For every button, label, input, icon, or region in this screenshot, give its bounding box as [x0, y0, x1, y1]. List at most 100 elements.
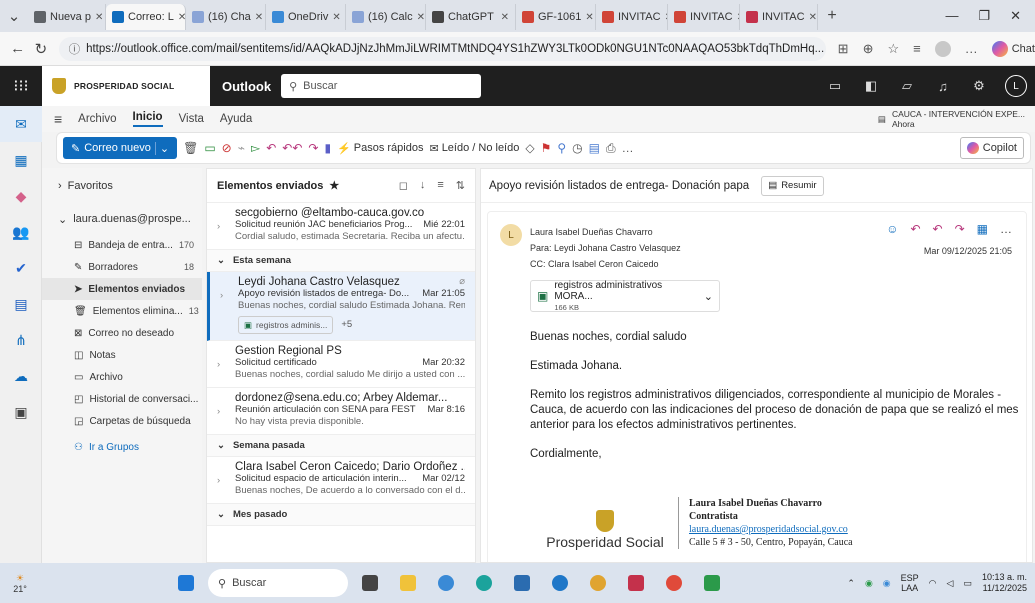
copilot-app-icon[interactable]: ◆: [0, 178, 42, 214]
edge-icon[interactable]: [468, 567, 500, 599]
browser-tab[interactable]: INVITAC✕: [740, 4, 818, 30]
minimize-icon[interactable]: —: [945, 8, 958, 24]
new-mail-button[interactable]: ✎ Correo nuevo ⌄: [63, 137, 178, 159]
browser-tab[interactable]: (16) Calc ✕: [346, 4, 426, 30]
feedback-icon[interactable]: ▱: [889, 78, 925, 94]
list-item[interactable]: › Gestion Regional PS Solicitud certificad…: [207, 341, 475, 388]
tab-close-icon[interactable]: ✕: [332, 12, 340, 23]
reply-icon[interactable]: ↶: [910, 222, 920, 236]
clock[interactable]: 10:13 a. m. 11/12/2025: [982, 572, 1027, 594]
copilot-browser-button[interactable]: Chat: [991, 40, 1035, 57]
start-icon[interactable]: [170, 567, 202, 599]
overflow-icon[interactable]: …: [622, 141, 634, 155]
list-item[interactable]: › dordonez@sena.edu.co; Arbey Aldemar... R…: [207, 388, 475, 435]
battery-icon[interactable]: ▭: [963, 578, 972, 589]
browser-tab[interactable]: INVITAC✕: [596, 4, 668, 30]
folder-item[interactable]: ✎ Borradores 18: [42, 256, 202, 278]
forward-icon[interactable]: ↷: [955, 222, 965, 236]
url-input[interactable]: ⓘ https://outlook.office.com/mail/sentit…: [58, 36, 826, 61]
org-explorer-icon[interactable]: ⋔: [0, 322, 42, 358]
signature-email[interactable]: laura.duenas@prosperidadsocial.gov.co: [689, 523, 853, 536]
list-item[interactable]: › Clara Isabel Ceron Caicedo; Dario Ordoñ…: [207, 457, 475, 504]
forward-icon[interactable]: ↷: [308, 141, 318, 155]
favorites-header[interactable]: › Favoritos: [42, 168, 202, 204]
back-icon[interactable]: ←: [6, 40, 29, 57]
list-group-header[interactable]: ⌄ Semana pasada: [207, 435, 475, 457]
tray-app-icon-2[interactable]: ◉: [883, 578, 891, 589]
pin-icon[interactable]: ⚲: [557, 141, 566, 155]
delete-icon[interactable]: 🗑: [183, 141, 198, 155]
list-group-header[interactable]: ⌄ Esta semana: [207, 250, 475, 272]
app-launcher-icon[interactable]: ⁝⁝⁝: [0, 76, 42, 96]
expand-chevron-icon[interactable]: ›: [220, 290, 223, 302]
tab-close-icon[interactable]: ✕: [95, 12, 103, 23]
more-attachments[interactable]: +5: [341, 319, 352, 331]
account-header[interactable]: ⌄ laura.duenas@prospe...: [42, 204, 202, 234]
archive-icon[interactable]: ▭: [204, 141, 215, 155]
file-explorer-icon[interactable]: [392, 567, 424, 599]
refresh-icon[interactable]: ↻: [29, 40, 52, 58]
browser-tab[interactable]: ChatGPT ✕: [426, 4, 516, 30]
todo-app-icon[interactable]: ✔: [0, 250, 42, 286]
tray-app-icon[interactable]: ◉: [865, 578, 873, 589]
move-icon[interactable]: ▻: [251, 141, 260, 155]
tab-close-icon[interactable]: ✕: [809, 12, 817, 23]
app-name[interactable]: Outlook: [222, 79, 271, 94]
onedrive-app-icon[interactable]: ☁: [0, 358, 42, 394]
tab-archivo[interactable]: Archivo: [78, 113, 116, 125]
notification-toast[interactable]: ▤ CAUCA - INTERVENCIÓN EXPE... Ahora: [878, 109, 1025, 129]
tab-close-icon[interactable]: ✕: [501, 12, 509, 23]
tab-close-icon[interactable]: ✕: [255, 12, 263, 23]
copilot-taskbar-icon[interactable]: [430, 567, 462, 599]
browser-tab[interactable]: GF-1061 ✕: [516, 4, 596, 30]
favorite-star-icon[interactable]: ☆: [887, 41, 899, 57]
taskbar-search[interactable]: ⚲ Buscar: [208, 569, 348, 597]
sender-name[interactable]: Laura Isabel Dueñas Chavarro: [530, 224, 681, 240]
print-icon[interactable]: ⎙: [606, 141, 616, 156]
tab-close-icon[interactable]: ✕: [178, 12, 185, 23]
folder-item[interactable]: ▭ Archivo: [42, 366, 202, 388]
folder-item[interactable]: 🗑 Elementos elimina... 13: [42, 300, 202, 322]
more-apps-icon[interactable]: ▣: [0, 394, 42, 430]
meet-icon[interactable]: ▭: [817, 78, 853, 94]
tab-ayuda[interactable]: Ayuda: [220, 113, 252, 125]
tab-vista[interactable]: Vista: [179, 113, 204, 125]
tab-close-icon[interactable]: ✕: [417, 12, 425, 23]
reply-all-icon[interactable]: ↶↶: [282, 141, 302, 155]
tab-list-chevron-icon[interactable]: ⌄: [0, 7, 28, 25]
apps-icon[interactable]: ▦: [977, 222, 988, 236]
folder-item[interactable]: ◫ Notas: [42, 344, 202, 366]
filter-icon[interactable]: ≡: [437, 179, 443, 192]
rules-icon[interactable]: ▤: [589, 141, 600, 155]
store-icon[interactable]: [696, 567, 728, 599]
weather-widget[interactable]: ☀ 21°: [0, 573, 40, 594]
new-tab-button[interactable]: +: [818, 7, 846, 25]
task-view-icon[interactable]: [354, 567, 386, 599]
browser-tab[interactable]: OneDriv ✕: [266, 4, 346, 30]
attachment-card[interactable]: ▣ registros administrativos MORA... 166 …: [530, 280, 720, 312]
reader-icon[interactable]: ⊞: [838, 41, 849, 57]
emoji-icon[interactable]: ☺: [886, 222, 898, 236]
groups-link[interactable]: ⚇ Ir a Grupos: [42, 436, 202, 458]
list-item[interactable]: › secgobierno @eltambo-cauca.gov.co Solici…: [207, 203, 475, 250]
read-unread-button[interactable]: ✉ Leído / No leído: [429, 142, 519, 155]
search-input[interactable]: ⚲ Buscar: [281, 74, 482, 98]
browser-tab[interactable]: INVITAC✕: [668, 4, 740, 30]
word-app-icon[interactable]: ▤: [0, 286, 42, 322]
expand-chevron-icon[interactable]: ›: [217, 221, 220, 233]
zoom-icon[interactable]: ⊕: [863, 41, 874, 57]
volume-icon[interactable]: ◁: [947, 578, 954, 589]
mcafee-icon[interactable]: [620, 567, 652, 599]
folder-item[interactable]: ⊠ Correo no deseado: [42, 322, 202, 344]
browser-tab[interactable]: (16) Cha ✕: [186, 4, 266, 30]
folder-item[interactable]: ⊟ Bandeja de entra... 170: [42, 234, 202, 256]
teams-icon[interactable]: ◧: [853, 78, 889, 94]
favorites-list-icon[interactable]: ≡: [913, 41, 921, 56]
jump-icon[interactable]: ↓: [420, 179, 426, 192]
reply-icon[interactable]: ↶: [266, 141, 276, 155]
folder-item[interactable]: ◰ Historial de conversaci...: [42, 388, 202, 410]
select-icon[interactable]: ◻: [399, 179, 408, 192]
more-icon[interactable]: …: [965, 41, 978, 56]
snooze-icon[interactable]: ◷: [572, 141, 582, 155]
calculator-icon[interactable]: [506, 567, 538, 599]
